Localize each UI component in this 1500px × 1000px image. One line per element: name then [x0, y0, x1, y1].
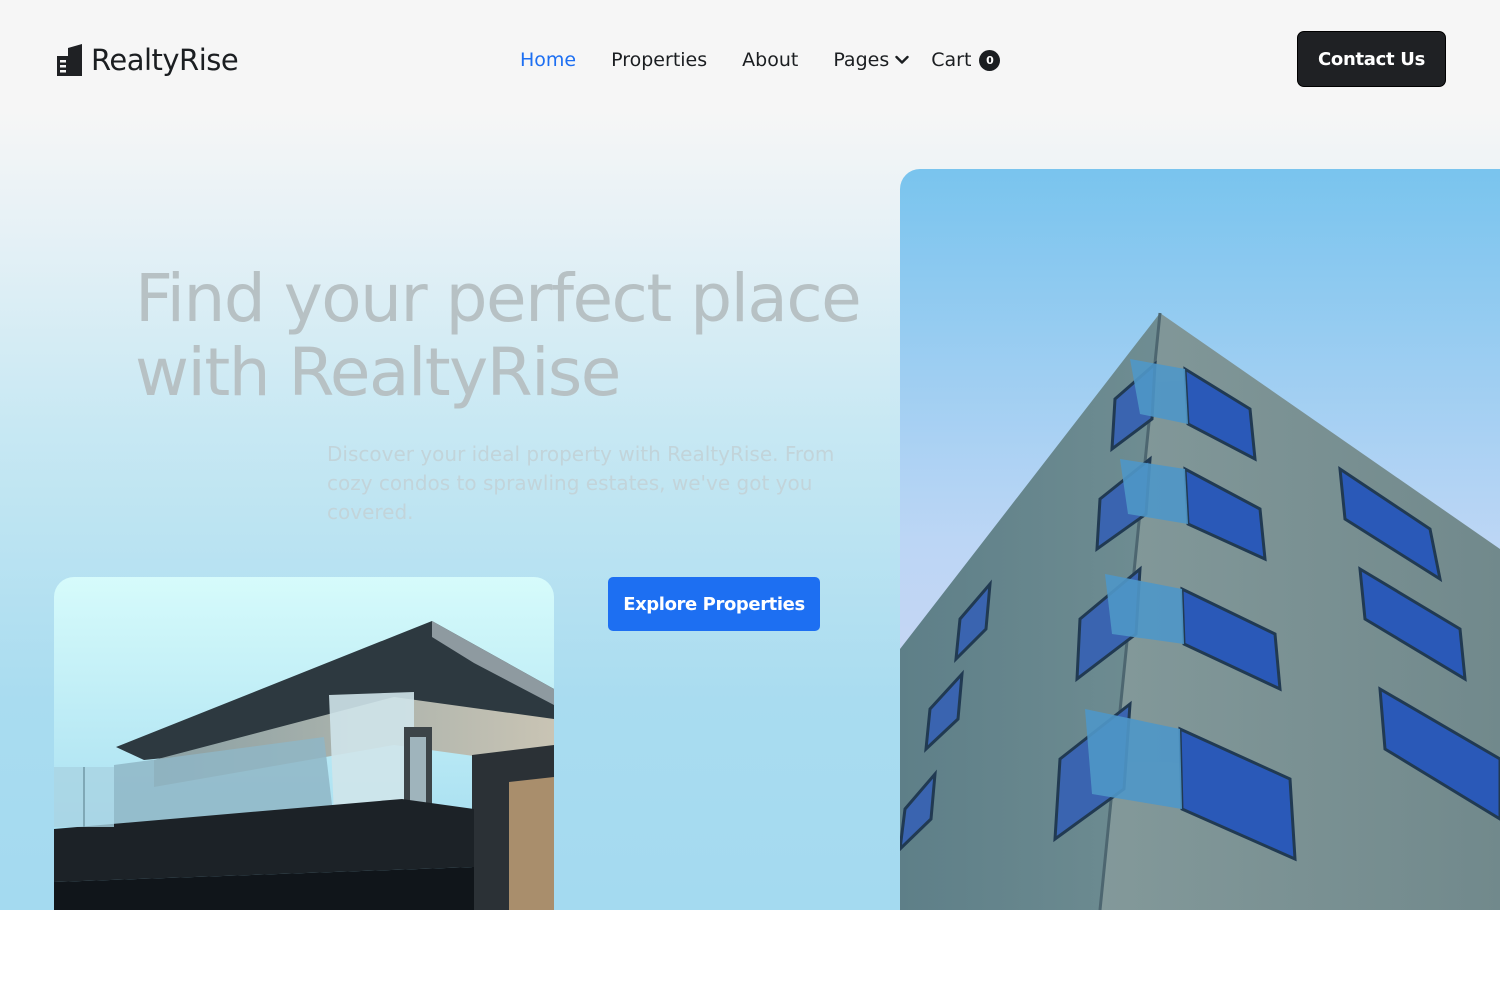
- brand-logo[interactable]: RealtyRise: [57, 43, 239, 77]
- contact-us-button[interactable]: Contact Us: [1297, 31, 1446, 87]
- hero-subtext: Discover your ideal property with Realty…: [327, 442, 835, 524]
- nav-item-about[interactable]: About: [742, 49, 798, 71]
- hero-headline: Find your perfect place with RealtyRise: [135, 262, 875, 410]
- explore-properties-button[interactable]: Explore Properties: [608, 577, 820, 631]
- nav-item-pages-label: Pages: [833, 49, 890, 71]
- hero-section: RealtyRise Home Properties About Pages C…: [0, 0, 1500, 910]
- chevron-down-icon: [895, 55, 909, 64]
- cart-count-badge: 0: [979, 49, 1001, 71]
- nav-item-cart[interactable]: Cart 0: [931, 49, 1001, 71]
- house-image: [54, 577, 554, 910]
- building-logo-icon: [57, 44, 82, 76]
- cart-label: Cart: [931, 49, 972, 71]
- brand-name: RealtyRise: [91, 43, 239, 77]
- building-image: [900, 169, 1500, 910]
- hero-headline-line2: with RealtyRise: [135, 334, 621, 411]
- main-nav: Home Properties About Pages Cart 0: [520, 46, 1001, 74]
- nav-item-pages[interactable]: Pages: [833, 49, 909, 71]
- hero-headline-line1: Find your perfect place: [135, 260, 862, 337]
- nav-item-properties[interactable]: Properties: [611, 49, 707, 71]
- nav-item-home[interactable]: Home: [520, 49, 576, 71]
